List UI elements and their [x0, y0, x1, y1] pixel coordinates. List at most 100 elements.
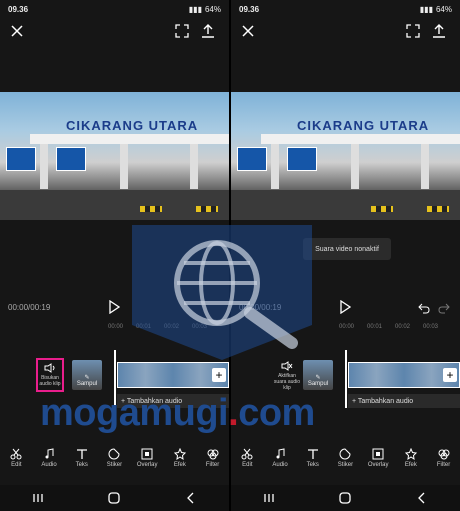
playback-bar: 00:00/00:19	[239, 300, 452, 316]
export-icon[interactable]	[201, 23, 215, 39]
add-audio-button[interactable]: + Tambahkan audio	[117, 394, 229, 408]
pencil-icon: ✎	[84, 375, 90, 381]
unmute-clip-audio-button[interactable]: Aktifkan suara audio klip	[273, 358, 301, 392]
pillar	[421, 144, 429, 189]
mute-clip-audio-button[interactable]: Bisukan audio klip	[36, 358, 64, 392]
cover-button[interactable]: ✎ Sampul	[303, 360, 333, 390]
barrier	[140, 206, 162, 212]
tool-label: Efek	[404, 462, 417, 468]
tool-effect[interactable]: Efek	[398, 446, 424, 478]
home-icon[interactable]	[337, 492, 353, 504]
video-clip[interactable]: +	[117, 362, 229, 388]
toll-sign: CIKARANG UTARA	[66, 118, 199, 133]
tool-audio[interactable]: Audio	[267, 446, 293, 478]
home-icon[interactable]	[106, 492, 122, 504]
track-area: Aktifkan suara audio klip ✎ Sampul + + T…	[231, 350, 460, 410]
track-area: Bisukan audio klip ✎ Sampul + + Tambahka…	[0, 350, 229, 410]
tool-overlay[interactable]: Overlay	[134, 446, 160, 478]
pillar	[120, 144, 128, 189]
playhead[interactable]	[345, 350, 347, 408]
tool-sticker[interactable]: Stiker	[332, 446, 358, 478]
recents-icon[interactable]	[30, 492, 46, 504]
ruler-tick: 00:00	[108, 324, 124, 330]
filter-icon	[438, 449, 450, 460]
overlay-icon	[372, 448, 384, 460]
pillar	[190, 144, 198, 189]
toll-canopy	[30, 134, 229, 144]
video-preview[interactable]: CIKARANG UTARA	[0, 92, 229, 220]
redo-icon[interactable]	[438, 302, 450, 314]
music-note-icon	[45, 448, 54, 459]
tool-label: Overlay	[367, 462, 389, 468]
tool-audio[interactable]: Audio	[36, 446, 62, 478]
fullscreen-icon[interactable]	[406, 24, 420, 38]
battery-level: 64%	[204, 4, 221, 14]
tool-text[interactable]: Teks	[69, 446, 95, 478]
battery-level: 64%	[435, 4, 452, 14]
pillar	[351, 144, 359, 189]
text-icon	[76, 449, 87, 459]
tool-edit[interactable]: Edit	[234, 446, 260, 478]
lane-board	[237, 147, 267, 171]
ruler-tick: 00:01	[136, 324, 152, 330]
road	[0, 190, 229, 220]
status-bar: 09.36 ▮▮▮ 64%	[231, 0, 460, 18]
status-icons: ▮▮▮ 64%	[189, 5, 221, 14]
status-time: 09.36	[8, 4, 29, 14]
barrier	[196, 206, 218, 212]
tool-label: Filter	[205, 462, 220, 468]
timeline-ruler: 00:00 00:01 00:02 00:03	[0, 322, 229, 334]
tool-label: Edit	[11, 462, 22, 468]
tool-overlay[interactable]: Overlay	[365, 446, 391, 478]
tool-sticker[interactable]: Stiker	[101, 446, 127, 478]
close-icon[interactable]	[241, 24, 255, 38]
ruler-tick: 00:03	[192, 324, 208, 330]
scissors-icon	[241, 448, 253, 460]
play-icon[interactable]	[339, 300, 351, 314]
back-icon[interactable]	[183, 492, 199, 504]
playhead[interactable]	[114, 350, 116, 408]
mute-label: Bisukan audio klip	[39, 375, 61, 387]
timecode: 00:00/00:19	[8, 303, 51, 312]
barrier	[427, 206, 449, 212]
play-icon[interactable]	[108, 300, 120, 314]
video-clip[interactable]: +	[348, 362, 460, 388]
add-audio-button[interactable]: + Tambahkan audio	[348, 394, 460, 408]
toast-message: Suara video nonaktif	[303, 238, 391, 260]
tool-label: Audio	[272, 462, 288, 468]
android-navbar	[231, 485, 460, 511]
add-clip-button[interactable]: +	[212, 368, 226, 382]
tool-filter[interactable]: Filter	[431, 446, 457, 478]
speaker-muted-icon	[281, 361, 293, 371]
road	[231, 190, 460, 220]
tool-label: Filter	[436, 462, 451, 468]
tool-label: Teks	[75, 462, 88, 468]
sticker-icon	[108, 448, 120, 460]
tool-label: Stiker	[106, 462, 123, 468]
tool-effect[interactable]: Efek	[167, 446, 193, 478]
add-clip-button[interactable]: +	[443, 368, 457, 382]
video-preview[interactable]: CIKARANG UTARA	[231, 92, 460, 220]
back-icon[interactable]	[414, 492, 430, 504]
lane-board	[6, 147, 36, 171]
scissors-icon	[10, 448, 22, 460]
tool-filter[interactable]: Filter	[200, 446, 226, 478]
undo-icon[interactable]	[418, 302, 430, 314]
recents-icon[interactable]	[261, 492, 277, 504]
tool-text[interactable]: Teks	[300, 446, 326, 478]
editor-topbar	[231, 20, 460, 44]
cover-label: Sampul	[76, 381, 98, 387]
close-icon[interactable]	[10, 24, 24, 38]
overlay-icon	[141, 448, 153, 460]
tool-label: Efek	[173, 462, 186, 468]
fullscreen-icon[interactable]	[175, 24, 189, 38]
signal-icon: ▮▮▮	[419, 4, 433, 14]
tool-edit[interactable]: Edit	[3, 446, 29, 478]
pillar	[40, 144, 48, 189]
export-icon[interactable]	[432, 23, 446, 39]
playback-bar: 00:00/00:19	[8, 300, 221, 316]
android-navbar	[0, 485, 229, 511]
status-time: 09.36	[239, 4, 260, 14]
star-icon	[173, 448, 186, 460]
cover-button[interactable]: ✎ Sampul	[72, 360, 102, 390]
